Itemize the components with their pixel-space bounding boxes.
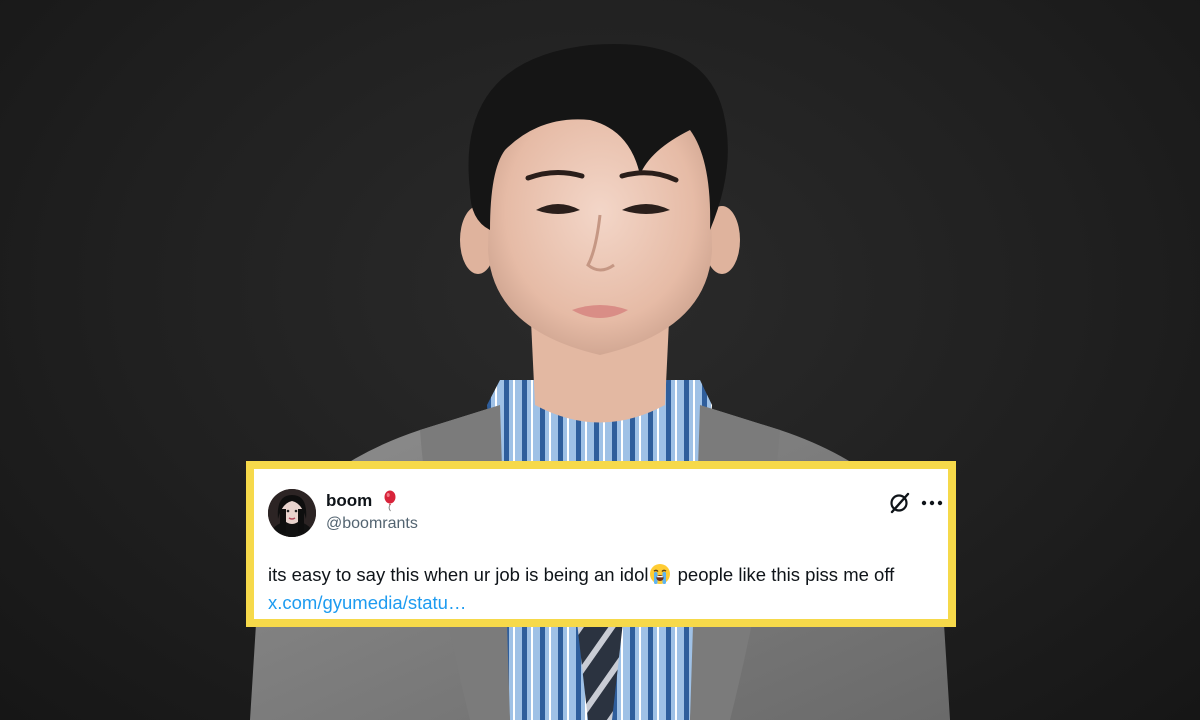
- x-logo-icon[interactable]: [888, 491, 912, 515]
- tweet-card[interactable]: boom @boomrants its easy to say this whe…: [254, 469, 948, 619]
- avatar-image: [268, 489, 316, 537]
- display-name[interactable]: boom: [326, 491, 372, 511]
- tweet-body: its easy to say this when ur job is bein…: [268, 561, 948, 617]
- tweet-text-part-2: people like this piss me off: [672, 564, 895, 585]
- more-options-icon[interactable]: [920, 493, 944, 513]
- red-balloon-icon: [382, 490, 398, 512]
- user-handle[interactable]: @boomrants: [326, 515, 418, 533]
- avatar[interactable]: [268, 489, 316, 537]
- tweet-highlight-frame: boom @boomrants its easy to say this whe…: [246, 461, 956, 627]
- loudly-crying-face-icon: [649, 563, 671, 585]
- tweet-text-part-1: its easy to say this when ur job is bein…: [268, 564, 649, 585]
- tweet-link[interactable]: x.com/gyumedia/statu…: [268, 592, 466, 613]
